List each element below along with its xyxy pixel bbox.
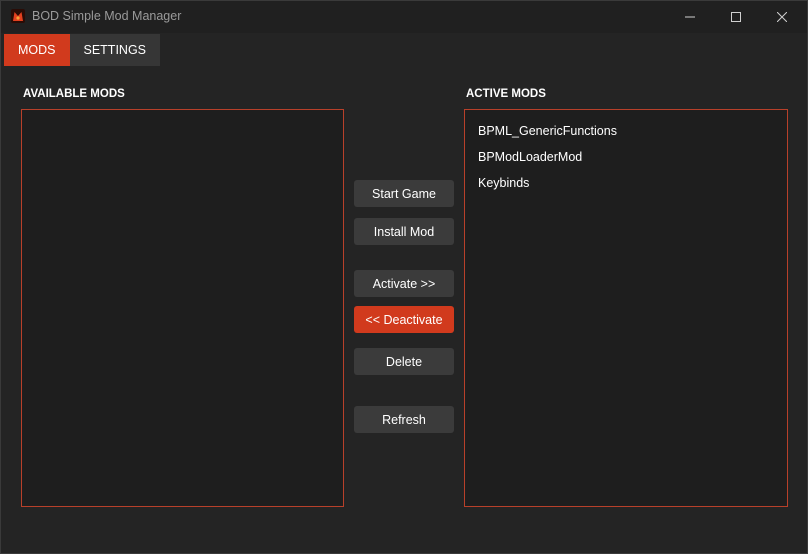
- start-game-button[interactable]: Start Game: [354, 180, 454, 207]
- window-title: BOD Simple Mod Manager: [32, 9, 182, 23]
- app-window: BOD Simple Mod Manager MODS SETTINGS AVA…: [0, 0, 808, 554]
- tab-settings[interactable]: SETTINGS: [69, 34, 161, 66]
- deactivate-button[interactable]: << Deactivate: [354, 306, 454, 333]
- list-item[interactable]: Keybinds: [465, 170, 787, 196]
- list-item[interactable]: BPModLoaderMod: [465, 144, 787, 170]
- close-button[interactable]: [759, 1, 805, 33]
- title-bar[interactable]: BOD Simple Mod Manager: [1, 1, 807, 33]
- active-mods-list[interactable]: BPML_GenericFunctions BPModLoaderMod Key…: [464, 109, 788, 507]
- activate-button[interactable]: Activate >>: [354, 270, 454, 297]
- tab-mods[interactable]: MODS: [4, 34, 70, 66]
- maximize-button[interactable]: [713, 1, 759, 33]
- app-logo-icon: [11, 9, 25, 23]
- minimize-icon: [685, 16, 695, 18]
- maximize-icon: [731, 12, 741, 22]
- install-mod-button[interactable]: Install Mod: [354, 218, 454, 245]
- list-item[interactable]: BPML_GenericFunctions: [465, 118, 787, 144]
- available-mods-list[interactable]: [21, 109, 344, 507]
- close-icon: [777, 12, 787, 22]
- available-mods-label: AVAILABLE MODS: [23, 88, 125, 100]
- tab-bar: MODS SETTINGS: [4, 34, 161, 66]
- minimize-button[interactable]: [667, 1, 713, 33]
- delete-button[interactable]: Delete: [354, 348, 454, 375]
- active-mods-label: ACTIVE MODS: [466, 88, 546, 100]
- refresh-button[interactable]: Refresh: [354, 406, 454, 433]
